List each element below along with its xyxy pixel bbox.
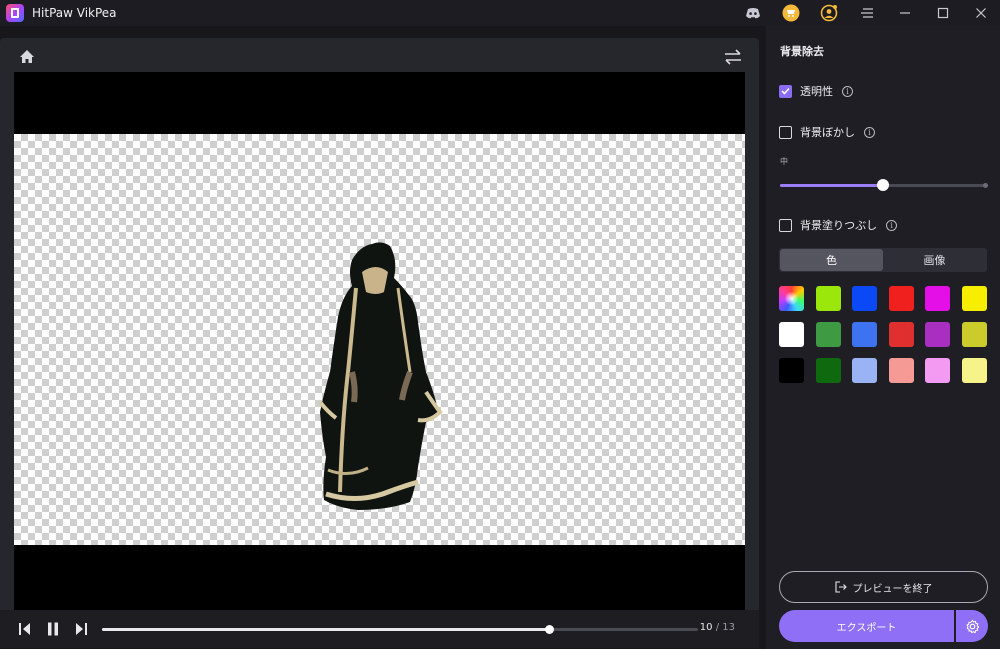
playback-controls: 10 / 13 (0, 610, 759, 648)
swatch-row (779, 358, 987, 383)
close-icon[interactable] (968, 0, 994, 26)
fill-checkbox[interactable] (779, 218, 792, 232)
blur-option[interactable]: 背景ぼかし i (779, 124, 875, 140)
menu-icon[interactable] (854, 0, 880, 26)
color-swatch[interactable] (888, 286, 914, 311)
prev-frame-icon[interactable] (16, 620, 34, 638)
current-frame: 10 (699, 622, 713, 633)
app-logo-icon (6, 4, 24, 22)
color-swatch[interactable] (925, 358, 951, 383)
export-label: エクスポート (836, 622, 897, 634)
swatch-row (779, 286, 987, 311)
app-title: HitPaw VikPea (32, 6, 117, 20)
tab-color[interactable]: 色 (780, 249, 883, 271)
account-icon[interactable] (816, 0, 842, 26)
color-swatch[interactable] (888, 322, 914, 347)
panel-title: 背景除去 (780, 45, 824, 58)
foreground-subject (318, 242, 443, 510)
total-frames: 13 (722, 622, 735, 633)
color-swatch[interactable] (961, 286, 987, 311)
maximize-icon[interactable] (930, 0, 956, 26)
player-toolbar (0, 38, 759, 72)
transparency-checkbox[interactable] (779, 84, 792, 98)
minimize-icon[interactable] (892, 0, 918, 26)
title-bar: HitPaw VikPea (0, 0, 1000, 26)
pause-icon[interactable] (44, 620, 62, 638)
timeline-slider[interactable] (102, 625, 698, 634)
blur-slider-end (983, 183, 988, 188)
custom-color-picker[interactable] (779, 286, 804, 311)
side-panel: 背景除去 透明性 i 背景ぼかし i 中 背景塗りつぶし i 色 画像 プレビュ… (766, 26, 1000, 649)
frame-separator: / (712, 622, 723, 633)
color-swatches (779, 286, 989, 394)
frame-counter: 10 / 13 (700, 622, 735, 633)
color-swatch[interactable] (815, 358, 841, 383)
swap-icon[interactable] (723, 48, 743, 66)
video-preview[interactable] (14, 72, 745, 642)
color-swatch[interactable] (961, 322, 987, 347)
gear-icon (965, 619, 979, 633)
color-swatch[interactable] (925, 322, 951, 347)
blur-level-label: 中 (780, 157, 788, 166)
blur-slider[interactable] (780, 179, 988, 191)
cart-icon[interactable] (778, 0, 804, 26)
timeline-handle[interactable] (545, 625, 554, 634)
fill-label: 背景塗りつぶし (800, 219, 878, 232)
player-panel: 10 / 13 (0, 38, 759, 648)
color-swatch[interactable] (852, 286, 878, 311)
color-swatch[interactable] (815, 322, 841, 347)
swatch-row (779, 322, 987, 347)
transparent-background (14, 134, 745, 545)
fill-type-tabs: 色 画像 (779, 248, 987, 272)
info-icon[interactable]: i (886, 219, 898, 231)
home-icon[interactable] (18, 48, 36, 66)
info-icon[interactable]: i (864, 126, 875, 138)
transparency-label: 透明性 (800, 85, 833, 98)
color-swatch[interactable] (779, 322, 804, 347)
exit-preview-button[interactable]: プレビューを終了 (779, 571, 988, 603)
blur-slider-fill (780, 184, 883, 187)
fill-option[interactable]: 背景塗りつぶし i (779, 217, 898, 233)
transparency-option[interactable]: 透明性 i (779, 83, 853, 99)
next-frame-icon[interactable] (72, 620, 90, 638)
blur-checkbox[interactable] (779, 125, 792, 139)
blur-label: 背景ぼかし (800, 126, 855, 139)
export-settings-button[interactable] (956, 610, 988, 642)
exit-preview-label: プレビューを終了 (852, 583, 933, 595)
color-swatch[interactable] (815, 286, 841, 311)
tab-image[interactable]: 画像 (883, 249, 986, 271)
app-window: HitPaw VikPea 10 / 13 背景除去 透明性 i 背景ぼかし i… (0, 0, 1000, 649)
export-button[interactable]: エクスポート (779, 610, 954, 642)
color-swatch[interactable] (852, 358, 878, 383)
info-icon[interactable]: i (842, 85, 853, 97)
timeline-progress (102, 628, 549, 631)
color-swatch[interactable] (852, 322, 878, 347)
color-swatch[interactable] (779, 358, 804, 383)
color-swatch[interactable] (961, 358, 987, 383)
blur-slider-handle[interactable] (877, 179, 889, 191)
color-swatch[interactable] (925, 286, 951, 311)
discord-icon[interactable] (740, 0, 766, 26)
exit-icon (834, 581, 847, 593)
color-swatch[interactable] (888, 358, 914, 383)
